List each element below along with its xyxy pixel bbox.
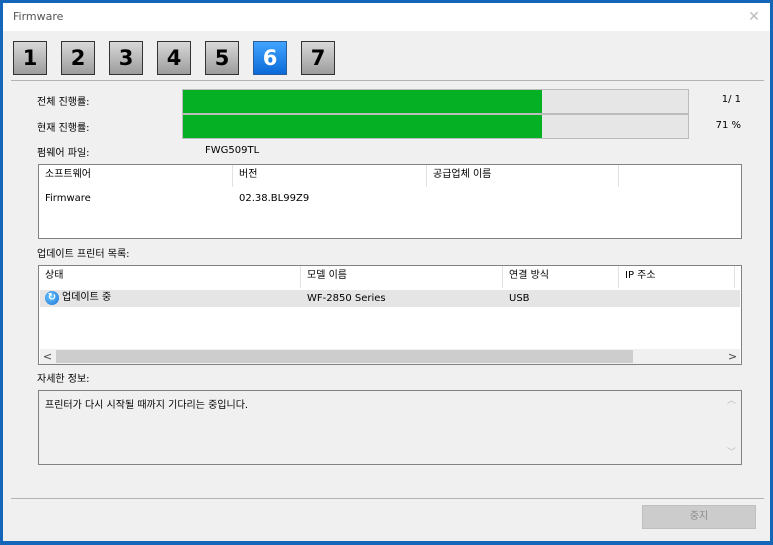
stop-button[interactable]: 중지 (642, 505, 756, 529)
divider (11, 80, 764, 81)
overall-progress-bar (182, 89, 689, 114)
step-7: 7 (301, 41, 335, 75)
software-vendor-cell (427, 191, 619, 207)
column-header-status[interactable]: 상태 (39, 266, 301, 288)
title-bar: Firmware ✕ (3, 3, 770, 31)
software-version-cell: 02.38.BL99Z9 (239, 193, 310, 204)
horizontal-scrollbar[interactable]: < > (40, 349, 740, 364)
firmware-file-label: 펌웨어 파일: (37, 148, 90, 159)
details-text: 프린터가 다시 시작될 때까지 기다리는 중입니다. (45, 400, 249, 411)
divider (11, 498, 764, 499)
step-4: 4 (157, 41, 191, 75)
printer-list-table: 상태 모델 이름 연결 방식 IP 주소 ↻ 업데이트 중 WF-2850 Se… (38, 265, 742, 365)
column-header-version[interactable]: 버전 (233, 165, 427, 187)
current-progress-bar (182, 114, 689, 139)
step-1: 1 (13, 41, 47, 75)
scroll-right-icon[interactable]: > (725, 349, 740, 364)
scroll-down-icon[interactable]: ﹀ (724, 446, 739, 461)
scroll-left-icon[interactable]: < (40, 349, 55, 364)
column-header-model[interactable]: 모델 이름 (301, 266, 503, 288)
column-header-blank[interactable] (619, 165, 741, 187)
current-progress-fill (183, 115, 542, 138)
step-5: 5 (205, 41, 239, 75)
firmware-file-value: FWG509TL (205, 145, 260, 156)
table-row[interactable]: ↻ 업데이트 중 WF-2850 Series USB (40, 290, 740, 307)
printer-connection-cell: USB (509, 293, 530, 304)
printer-list-label: 업데이트 프린터 목록: (37, 249, 130, 260)
current-progress-label: 현재 진행률: (37, 123, 90, 134)
overall-progress-value: 1/ 1 (721, 94, 741, 105)
column-header-software[interactable]: 소프트웨어 (39, 165, 233, 187)
step-2: 2 (61, 41, 95, 75)
printer-status-cell: 업데이트 중 (62, 292, 112, 303)
details-label: 자세한 정보: (37, 374, 90, 385)
overall-progress-fill (183, 90, 542, 113)
printer-ip-cell (619, 291, 735, 307)
firmware-window: Firmware ✕ 1 2 3 4 5 6 7 전체 진행률: 1/ 1 현재… (3, 3, 770, 541)
step-3: 3 (109, 41, 143, 75)
printer-model-cell: WF-2850 Series (307, 293, 386, 304)
current-progress-value: 71 % (715, 120, 741, 131)
column-header-vendor[interactable]: 공급업체 이름 (427, 165, 619, 187)
overall-progress-label: 전체 진행률: (37, 97, 90, 108)
software-name-cell: Firmware (45, 193, 91, 204)
software-table: 소프트웨어 버전 공급업체 이름 Firmware 02.38.BL99Z9 (38, 164, 742, 239)
step-6: 6 (253, 41, 287, 75)
window-title: Firmware (13, 10, 64, 23)
column-header-connection[interactable]: 연결 방식 (503, 266, 619, 288)
close-icon[interactable]: ✕ (744, 7, 764, 27)
scroll-up-icon[interactable]: ︿ (724, 394, 739, 409)
column-header-ip[interactable]: IP 주소 (619, 266, 735, 288)
scrollbar-thumb[interactable] (56, 350, 633, 363)
details-textbox[interactable]: 프린터가 다시 시작될 때까지 기다리는 중입니다. ︿ ﹀ (38, 390, 742, 465)
